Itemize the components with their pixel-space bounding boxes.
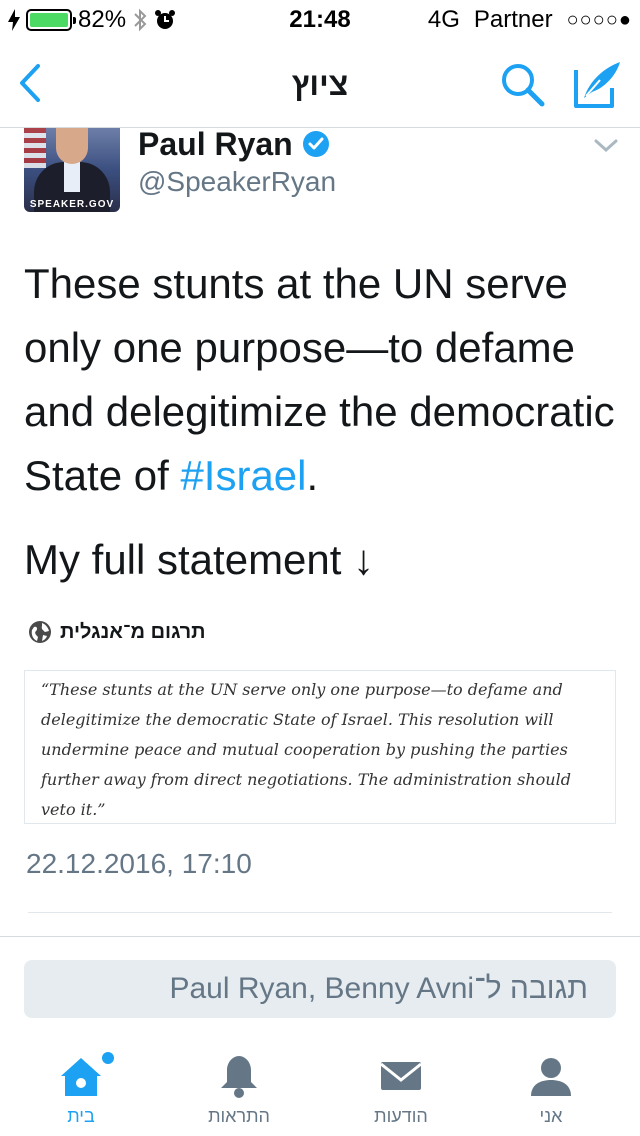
tweet-text: These stunts at the UN serve only one pu… xyxy=(24,252,624,508)
user-handle[interactable]: @SpeakerRyan xyxy=(138,166,336,198)
translate-link[interactable]: תרגום מ־אנגלית xyxy=(28,620,206,644)
tab-me[interactable]: אני xyxy=(496,1052,606,1136)
tab-label: בית xyxy=(67,1106,95,1126)
tweet-text-end: . xyxy=(306,452,319,499)
bell-icon xyxy=(221,1056,257,1098)
compose-icon[interactable] xyxy=(570,58,624,112)
avatar-tag: SPEAKER.GOV xyxy=(29,199,115,210)
display-name[interactable]: Paul Ryan xyxy=(138,126,293,163)
tab-home[interactable]: בית xyxy=(26,1052,136,1136)
statement-image[interactable]: “These stunts at the UN serve only one p… xyxy=(24,670,616,824)
hashtag-link[interactable]: #Israel xyxy=(180,452,306,499)
tab-label: התראות xyxy=(208,1106,270,1126)
translate-label: תרגום מ־אנגלית xyxy=(60,620,206,643)
globe-icon xyxy=(29,621,51,643)
search-icon[interactable] xyxy=(498,60,548,110)
tab-messages[interactable]: הודעות xyxy=(346,1052,456,1136)
verified-badge-icon xyxy=(303,131,329,157)
status-right: 4G Partner ○○○○● xyxy=(428,6,632,34)
nav-bar: ציוץ xyxy=(0,40,640,128)
tab-notifications[interactable]: התראות xyxy=(184,1052,294,1136)
tab-label: אני xyxy=(539,1106,563,1126)
envelope-icon xyxy=(380,1062,422,1090)
carrier-name: Partner xyxy=(473,6,553,33)
tab-bar: בית התראות הודעות אני xyxy=(0,1040,640,1136)
tab-label: הודעות xyxy=(374,1106,428,1126)
tweet-timestamp: 22.12.2016, 17:10 xyxy=(26,848,252,879)
tweet-text-line2: My full statement ↓ xyxy=(24,536,375,583)
chevron-down-icon[interactable] xyxy=(594,138,618,154)
divider xyxy=(0,936,640,937)
tweet-text-main: These stunts at the UN serve only one pu… xyxy=(24,260,615,499)
signal-dots: ○○○○● xyxy=(566,8,632,31)
reply-input[interactable]: תגובה ל־Paul Ryan, Benny Avni xyxy=(24,960,616,1018)
divider xyxy=(28,912,612,913)
person-icon xyxy=(531,1058,571,1096)
new-content-dot xyxy=(102,1052,114,1064)
network-type: 4G xyxy=(427,6,460,33)
status-bar: 82% 21:48 4G Partner ○○○○● xyxy=(0,0,640,40)
home-icon xyxy=(61,1058,101,1096)
avatar[interactable]: SPEAKER.GOV xyxy=(24,128,120,212)
